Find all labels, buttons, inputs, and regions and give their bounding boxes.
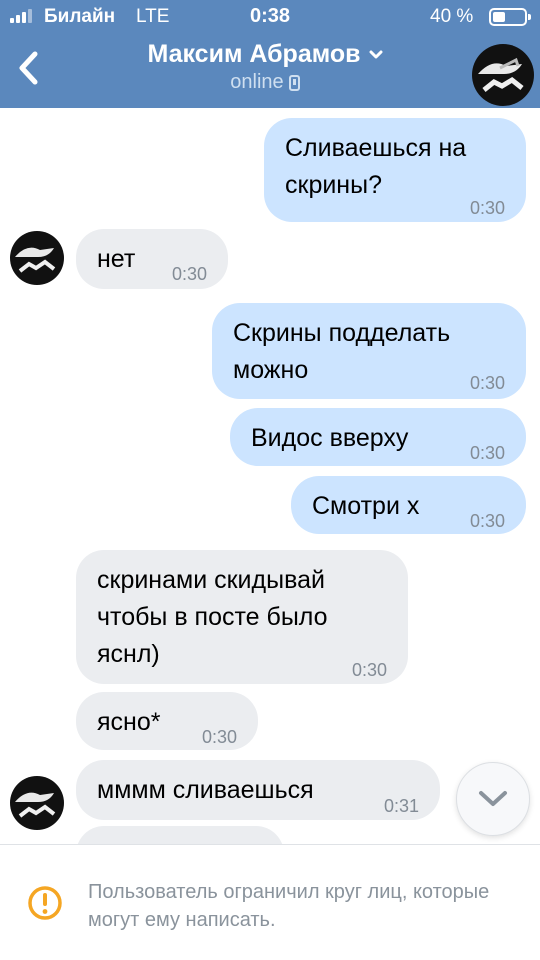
message-time: 0:30 — [469, 198, 505, 218]
message-bubble-outgoing[interactable]: Видос вверху 0:30 — [230, 408, 526, 466]
message-bubble-incoming[interactable]: скринами скидывай чтобы в посте было ясн… — [76, 550, 408, 684]
message-text: скринами скидывай чтобы в посте было ясн… — [97, 566, 328, 668]
online-status: online — [230, 71, 300, 94]
message-text: Смотри х — [312, 492, 420, 520]
scroll-down-button[interactable] — [456, 762, 530, 836]
message-text: Видос вверху — [251, 424, 409, 452]
message-bubble-incoming[interactable]: нет 0:30 — [76, 229, 228, 289]
message-bubble-incoming-partial[interactable] — [76, 826, 284, 844]
battery-percent: 40 % — [430, 6, 474, 27]
chevron-down-icon — [369, 50, 383, 58]
chat-title[interactable]: Максим Абрамов — [147, 40, 383, 69]
message-bubble-outgoing[interactable]: Сливаешься на скрины? 0:30 — [264, 118, 526, 222]
chevron-down-icon — [479, 791, 507, 806]
message-time: 0:30 — [351, 660, 387, 680]
message-text: нет — [97, 245, 136, 273]
contact-name: Максим Абрамов — [147, 40, 361, 68]
contact-avatar[interactable] — [10, 776, 64, 830]
contact-avatar[interactable] — [10, 231, 64, 285]
warning-icon — [28, 886, 62, 920]
message-bubble-outgoing[interactable]: Скрины подделать можно 0:30 — [212, 303, 526, 399]
battery-level — [493, 12, 505, 22]
back-button[interactable] — [8, 44, 48, 92]
restriction-text: Пользователь ограничил круг лиц, которые… — [88, 881, 490, 931]
message-bubble-incoming[interactable]: мммм сливаешься 0:31 — [76, 760, 440, 820]
chat-header: Билайн LTE 0:38 40 % Максим Абрамов onli… — [0, 0, 540, 108]
message-bubble-incoming[interactable]: ясно* 0:30 — [76, 692, 258, 750]
message-text: Сливаешься на скрины? — [285, 134, 467, 199]
chevron-left-icon — [19, 51, 38, 85]
message-time: 0:30 — [201, 727, 237, 747]
message-text: мммм сливаешься — [97, 776, 314, 804]
chat-title-block[interactable]: Максим Абрамов online — [80, 40, 450, 94]
message-time: 0:30 — [469, 443, 505, 463]
message-time: 0:30 — [469, 373, 505, 393]
message-text: Скрины подделать можно — [233, 319, 451, 384]
message-bubble-outgoing[interactable]: Смотри х 0:30 — [291, 476, 526, 534]
restriction-notice: Пользователь ограничил круг лиц, которые… — [0, 844, 540, 960]
online-status-text: online — [230, 71, 284, 93]
mobile-phone-icon — [288, 74, 300, 91]
message-time: 0:30 — [171, 264, 207, 284]
status-bar: Билайн LTE 0:38 40 % — [0, 0, 540, 34]
message-time: 0:30 — [469, 511, 505, 531]
contact-avatar[interactable] — [472, 44, 534, 106]
message-list[interactable]: Сливаешься на скрины? 0:30 нет 0:30 Скри… — [0, 108, 540, 844]
message-time: 0:31 — [383, 796, 419, 816]
message-text: ясно* — [97, 708, 161, 736]
battery-icon — [489, 8, 531, 26]
